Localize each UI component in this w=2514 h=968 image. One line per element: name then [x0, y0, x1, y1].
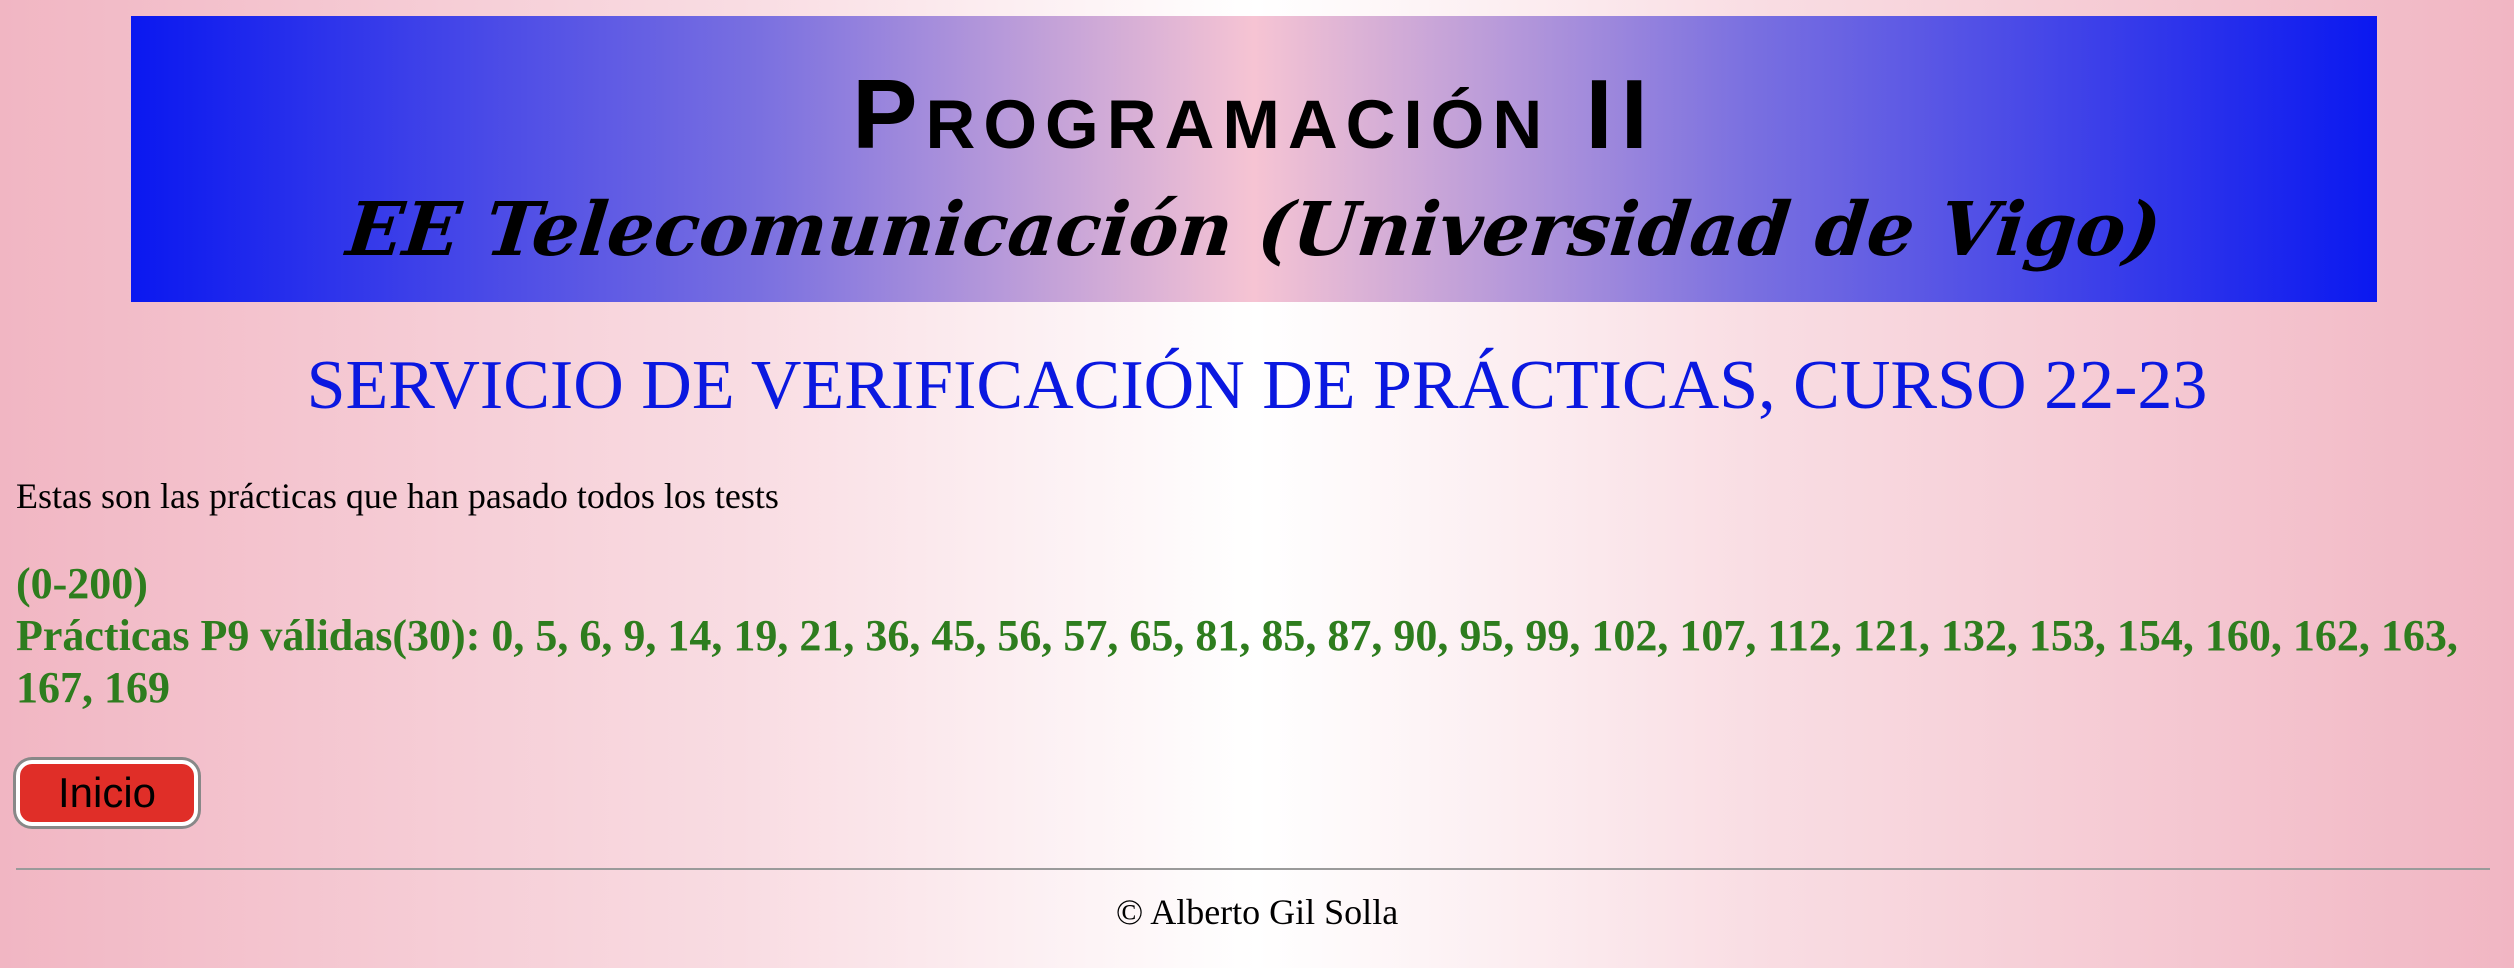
range-label: (0-200): [16, 559, 148, 608]
inicio-button[interactable]: Inicio: [16, 760, 198, 826]
footer-divider: [16, 868, 2490, 870]
course-title: Programación II: [852, 59, 1656, 169]
results-block: (0-200) Prácticas P9 válidas(30): 0, 5, …: [16, 558, 2496, 714]
intro-text: Estas son las prácticas que han pasado t…: [16, 476, 779, 516]
valid-practices-list: Prácticas P9 válidas(30): 0, 5, 6, 9, 14…: [16, 611, 2458, 712]
copyright-footer: © Alberto Gil Solla: [1115, 892, 1399, 932]
institution-subtitle: EE Telecomunicación (Universidad de Vigo…: [342, 187, 2166, 273]
header-banner: Programación II EE Telecomunicación (Uni…: [131, 16, 2377, 302]
page-title: SERVICIO DE VERIFICACIÓN DE PRÁCTICAS, C…: [306, 347, 2208, 424]
